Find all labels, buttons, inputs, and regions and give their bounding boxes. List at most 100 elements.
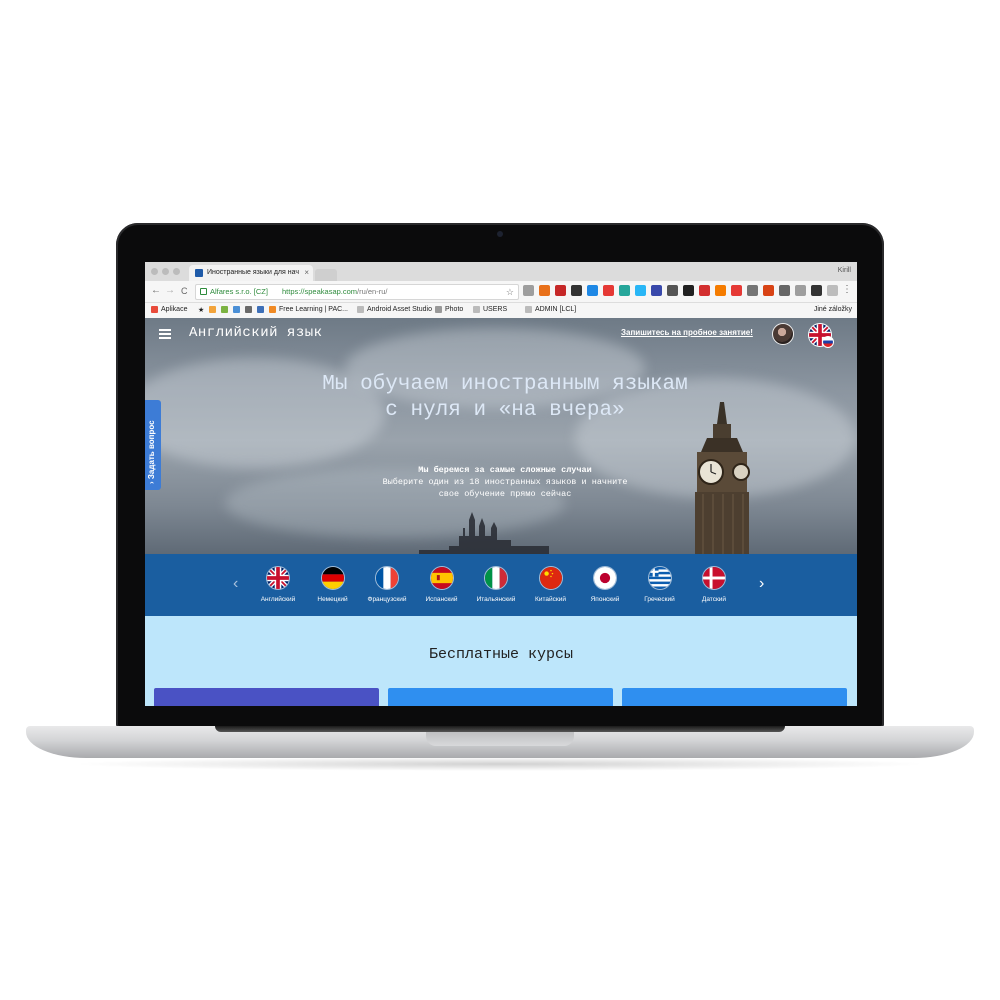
tab-close-icon[interactable]: × <box>304 268 309 277</box>
address-bar[interactable]: Alfares s.r.o. [CZ] https://speakasap.co… <box>195 284 519 300</box>
bookmark-icon <box>245 306 252 313</box>
language-item[interactable]: Китайский <box>523 566 579 603</box>
language-label: Немецкий <box>317 596 348 603</box>
extension-icon[interactable] <box>523 285 534 296</box>
bookmark-star-icon[interactable]: ☆ <box>506 285 514 299</box>
language-item[interactable]: Греческий <box>632 566 688 603</box>
bookmark-item[interactable]: USERS <box>473 306 507 313</box>
spanish-flag-icon <box>429 566 454 590</box>
extension-icon[interactable] <box>603 285 614 296</box>
bookmark-item[interactable]: Photo <box>435 306 463 313</box>
page-icon <box>525 306 532 313</box>
back-icon[interactable]: ← <box>151 285 161 297</box>
url-text[interactable]: https://speakasap.com/ru/en-ru/ <box>282 285 387 299</box>
german-flag-icon <box>320 566 345 590</box>
language-label: Китайский <box>535 596 566 603</box>
favicon-icon <box>195 269 203 277</box>
bookmark-item[interactable]: Android Asset Studio <box>357 306 432 313</box>
url-host: https://speakasap.com <box>282 287 358 296</box>
chevron-icon: › <box>147 481 156 484</box>
extension-icon[interactable] <box>635 285 646 296</box>
browser-menu-icon[interactable]: ⋮ <box>842 284 852 295</box>
extension-icon[interactable] <box>683 285 694 296</box>
bookmark-item[interactable] <box>245 306 252 313</box>
bookmark-label: Android Asset Studio <box>367 306 432 313</box>
extension-icon[interactable] <box>587 285 598 296</box>
zoom-window-dot[interactable] <box>173 268 180 275</box>
language-item[interactable]: Французский <box>359 566 415 603</box>
language-item[interactable]: Датский <box>686 566 742 603</box>
extension-icon[interactable] <box>539 285 550 296</box>
bookmarks-bar: Jiné záložky Aplikace ★ Free Learning | PA… <box>145 303 857 319</box>
language-item[interactable]: Японский <box>577 566 633 603</box>
language-label: Японский <box>590 596 620 603</box>
bookmark-icon <box>233 306 240 313</box>
carousel-next-icon[interactable]: › <box>759 576 764 592</box>
carousel-prev-icon[interactable]: ‹ <box>233 576 238 592</box>
extension-icon[interactable] <box>747 285 758 296</box>
course-card[interactable] <box>388 688 613 706</box>
extension-icon[interactable] <box>763 285 774 296</box>
extension-icon[interactable] <box>827 285 838 296</box>
language-item[interactable]: Итальянский <box>468 566 524 603</box>
folder-icon <box>435 306 442 313</box>
bookmark-item[interactable]: ADMIN [LCL] <box>525 306 576 313</box>
certificate-owner[interactable]: Alfares s.r.o. [CZ] <box>210 285 268 299</box>
hero-subtitle-line2: свое обучение прямо сейчас <box>438 489 572 499</box>
danish-flag-icon <box>702 566 726 590</box>
extension-icon[interactable] <box>779 285 790 296</box>
extension-icon[interactable] <box>555 285 566 296</box>
hero-section: Английский язык Запишитесь на пробное за… <box>145 318 857 554</box>
bookmark-icon <box>257 306 264 313</box>
bookmark-item[interactable] <box>221 306 228 313</box>
extension-icon[interactable] <box>651 285 662 296</box>
french-flag-icon <box>375 566 399 590</box>
user-avatar[interactable] <box>772 323 794 345</box>
new-tab-button[interactable] <box>315 269 337 281</box>
profile-name[interactable]: Kirill <box>838 267 851 274</box>
forward-icon[interactable]: → <box>165 285 175 297</box>
bookmark-item[interactable] <box>257 306 264 313</box>
bookmark-item[interactable]: Aplikace <box>151 306 187 313</box>
extension-icon[interactable] <box>811 285 822 296</box>
laptop-shadow <box>70 757 930 771</box>
language-item[interactable]: Английский <box>250 566 306 603</box>
course-card[interactable] <box>154 688 379 706</box>
site-title[interactable]: Английский язык <box>189 325 323 341</box>
page-icon <box>357 306 364 313</box>
bookmark-item[interactable] <box>233 306 240 313</box>
extension-icon[interactable] <box>715 285 726 296</box>
hero-title-line1: Мы обучаем иностранным языкам <box>322 373 688 396</box>
bookmark-item[interactable] <box>209 306 216 313</box>
other-bookmarks[interactable]: Jiné záložky <box>814 306 852 313</box>
tab-title: Иностранные языки для нач <box>207 269 299 276</box>
extension-icon[interactable] <box>571 285 582 296</box>
ask-question-tab[interactable]: › Задать вопрос <box>145 400 161 490</box>
language-label: Французский <box>367 596 407 603</box>
site-header: Английский язык Запишитесь на пробное за… <box>145 318 857 350</box>
extension-icon[interactable] <box>699 285 710 296</box>
bookmark-item[interactable]: ★ <box>198 306 204 314</box>
close-window-dot[interactable] <box>151 268 158 275</box>
laptop-base <box>26 726 974 758</box>
extension-icon[interactable] <box>667 285 678 296</box>
apps-grid-icon <box>151 306 158 313</box>
bookmark-label: ★ <box>198 307 205 314</box>
japanese-flag-icon <box>593 566 617 590</box>
reload-icon[interactable]: C <box>181 285 188 297</box>
bookmark-item[interactable]: Free Learning | PAC... <box>269 306 348 313</box>
hero-title: Мы обучаем иностранным языкам с нуля и «… <box>265 372 745 424</box>
window-controls[interactable] <box>151 268 180 275</box>
language-label: Итальянский <box>476 596 516 603</box>
course-card[interactable] <box>622 688 847 706</box>
extension-icon[interactable] <box>731 285 742 296</box>
bookmark-label: USERS <box>483 306 508 313</box>
extension-icon[interactable] <box>619 285 630 296</box>
minimize-window-dot[interactable] <box>162 268 169 275</box>
hamburger-menu-icon[interactable] <box>159 329 171 341</box>
browser-tab[interactable]: Иностранные языки для нач × <box>189 265 313 281</box>
language-item[interactable]: Испанский <box>414 566 470 603</box>
extension-icon[interactable] <box>795 285 806 296</box>
trial-lesson-link[interactable]: Запишитесь на пробное занятие! <box>621 328 753 337</box>
language-item[interactable]: Немецкий <box>305 566 361 603</box>
